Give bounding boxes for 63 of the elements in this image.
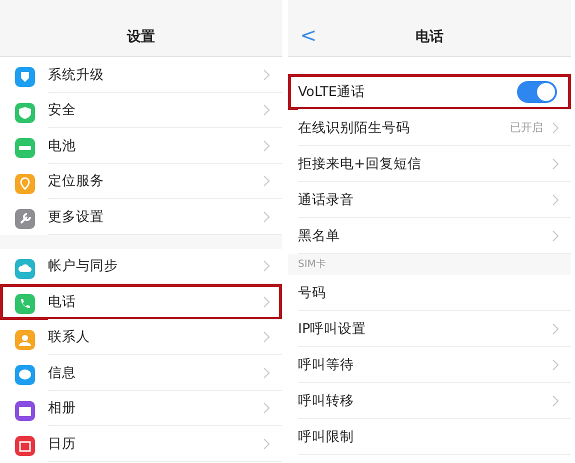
row-label: 电话 — [48, 292, 76, 312]
row-label: 联系人 — [48, 328, 90, 348]
settings-row[interactable]: 呼叫转移 — [288, 383, 571, 419]
row-value: 已开启 — [510, 120, 543, 136]
row-label: 在线识别陌生号码 — [298, 118, 410, 138]
settings-row[interactable]: 通话录音 — [288, 182, 571, 218]
settings-row[interactable]: 相册 — [0, 390, 282, 426]
chevron-icon — [263, 366, 270, 379]
chevron-icon — [552, 323, 559, 335]
chevron-icon — [263, 260, 270, 272]
row-label: 拒接来电+回复短信 — [298, 154, 422, 174]
settings-row[interactable]: VoLTE通话 — [288, 74, 571, 110]
chevron-icon — [263, 331, 270, 344]
settings-row[interactable]: 日历 — [0, 426, 282, 462]
chevron-icon — [263, 296, 270, 308]
settings-row[interactable]: 信息 — [0, 355, 282, 390]
settings-row[interactable]: 系统升级 — [0, 57, 282, 92]
row-label: 呼叫限制 — [298, 428, 354, 447]
settings-row[interactable]: 拒接来电+回复短信 — [288, 146, 571, 182]
settings-row[interactable]: 呼叫等待 — [288, 347, 571, 383]
row-label: 号码 — [298, 284, 326, 303]
chevron-icon — [552, 359, 559, 371]
chevron-icon — [263, 68, 270, 81]
row-label: 黑名单 — [298, 226, 340, 246]
settings-row[interactable]: 号码 — [288, 275, 571, 311]
chevron-icon — [263, 438, 270, 450]
row-label: 相册 — [48, 399, 76, 418]
settings-row[interactable]: 安全 — [0, 92, 282, 128]
chevron-icon — [552, 194, 559, 206]
row-label: 帐户与同步 — [48, 257, 118, 276]
row-label: VoLTE通话 — [298, 82, 365, 102]
settings-row[interactable]: 电池 — [0, 128, 282, 164]
row-label: 呼叫转移 — [298, 392, 354, 411]
chevron-icon — [263, 175, 270, 188]
row-label: IP呼叫设置 — [298, 320, 366, 339]
settings-row[interactable]: IP呼叫设置 — [288, 311, 571, 347]
settings-row[interactable]: 定位服务 — [0, 164, 282, 199]
chevron-icon — [552, 158, 559, 170]
section-label: SIM卡 — [298, 258, 326, 272]
row-label: 通话录音 — [298, 190, 354, 210]
chevron-icon — [263, 104, 270, 116]
row-label: 系统升级 — [48, 66, 104, 85]
settings-row[interactable]: 电话 — [0, 284, 282, 320]
chevron-icon — [263, 210, 270, 223]
row-label: 呼叫等待 — [298, 356, 354, 375]
settings-row[interactable]: 帐户与同步 — [0, 248, 282, 284]
row-label: 信息 — [48, 364, 76, 383]
row-label: 安全 — [48, 101, 76, 120]
chevron-icon — [552, 122, 559, 134]
row-label: 日历 — [48, 434, 76, 454]
toggle-switch[interactable] — [517, 81, 557, 103]
settings-row[interactable]: 联系人 — [0, 320, 282, 355]
row-label: 电池 — [48, 136, 76, 156]
screen-title: 电话 — [416, 28, 444, 47]
chevron-icon — [263, 402, 270, 414]
row-label: 定位服务 — [48, 172, 104, 192]
settings-row[interactable]: 呼叫限制 — [288, 419, 571, 455]
screen-title: 设置 — [127, 28, 155, 47]
settings-row[interactable]: 在线识别陌生号码 已开启 — [288, 110, 571, 146]
chevron-icon — [552, 230, 559, 242]
chevron-icon — [552, 395, 559, 407]
row-label: 更多设置 — [48, 208, 104, 227]
chevron-icon — [263, 140, 270, 152]
